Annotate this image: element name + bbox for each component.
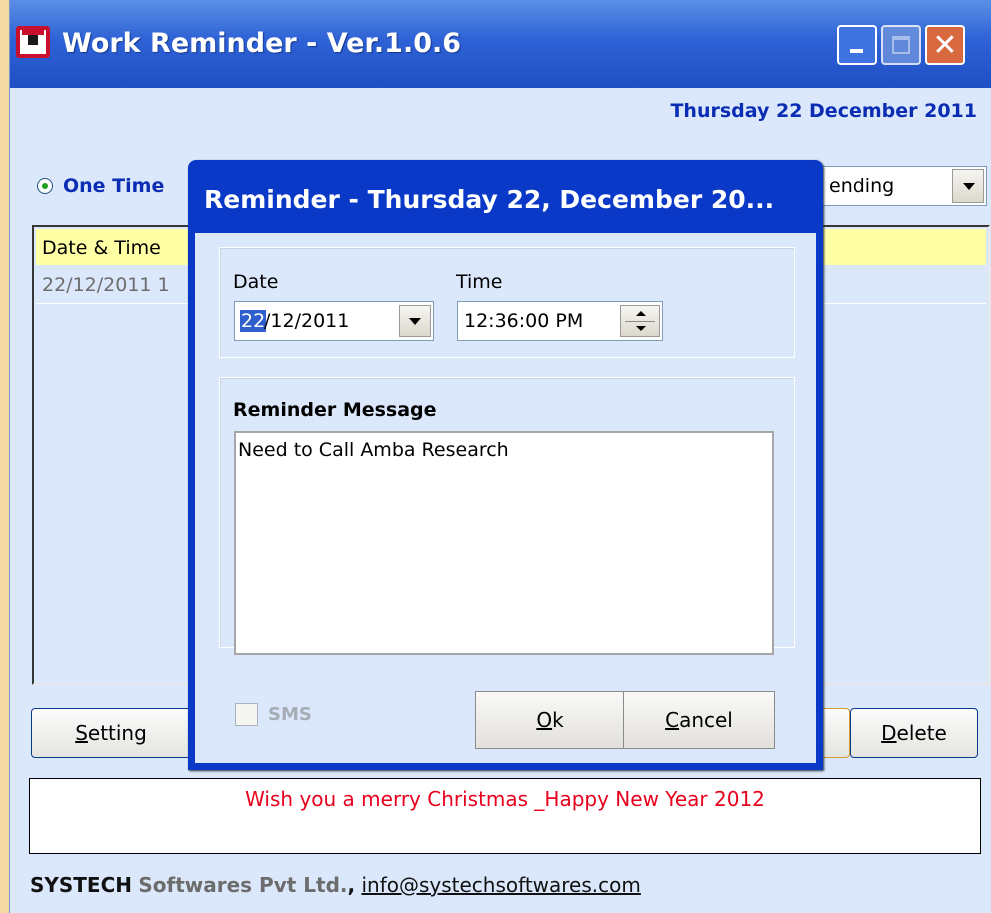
partially-hidden-button[interactable] xyxy=(820,708,850,758)
chevron-down-icon[interactable] xyxy=(952,169,984,203)
greeting-box: Wish you a merry Christmas _Happy New Ye… xyxy=(29,778,981,854)
email-link[interactable]: info@systechsoftwares.com xyxy=(361,873,640,897)
company-suffix: Softwares Pvt Ltd. xyxy=(138,873,348,897)
delete-label: elete xyxy=(896,721,947,745)
reminder-message-label: Reminder Message xyxy=(233,399,437,421)
date-rest: /12/2011 xyxy=(264,310,350,332)
ok-mnemonic: O xyxy=(536,708,553,732)
delete-mnemonic: D xyxy=(881,721,897,745)
maximize-icon xyxy=(892,36,910,54)
spin-down-icon[interactable] xyxy=(636,326,646,331)
greeting-text: Wish you a merry Christmas _Happy New Ye… xyxy=(245,787,765,811)
close-button[interactable]: ✕ xyxy=(925,25,965,65)
dialog-body: Date Time 22 /12/2011 12:36:00 PM Remind… xyxy=(195,233,816,763)
checkbox-icon[interactable] xyxy=(235,703,258,726)
footer-comma: , xyxy=(347,873,356,897)
time-spinner[interactable] xyxy=(620,305,660,337)
one-time-radio[interactable]: One Time xyxy=(37,175,164,197)
setting-label: etting xyxy=(87,721,147,745)
maximize-button[interactable] xyxy=(881,25,921,65)
list-item[interactable]: 22/12/2011 1 xyxy=(42,274,170,296)
setting-button[interactable]: Setting xyxy=(31,708,191,758)
radio-selected-icon[interactable] xyxy=(37,178,53,194)
app-icon xyxy=(16,26,50,58)
cancel-mnemonic: C xyxy=(665,708,680,732)
column-header-date-time[interactable]: Date & Time xyxy=(42,237,161,259)
status-filter-select[interactable]: ending xyxy=(822,166,987,206)
ok-button[interactable]: Ok xyxy=(475,691,625,749)
footer: SYSTECH Softwares Pvt Ltd., info@systech… xyxy=(30,873,641,897)
ok-label: k xyxy=(552,708,564,732)
time-value: 12:36:00 PM xyxy=(464,310,584,332)
spin-up-icon[interactable] xyxy=(636,311,646,316)
title-bar[interactable]: Work Reminder - Ver.1.0.6 ✕ xyxy=(10,0,991,88)
reminder-message-input[interactable]: Need to Call Amba Research xyxy=(234,431,774,655)
one-time-label: One Time xyxy=(63,175,165,197)
chevron-down-icon[interactable] xyxy=(399,305,431,337)
window-title: Work Reminder - Ver.1.0.6 xyxy=(62,28,462,59)
setting-mnemonic: S xyxy=(75,721,88,745)
time-picker[interactable]: 12:36:00 PM xyxy=(457,301,663,341)
company-name: SYSTECH xyxy=(30,873,133,897)
cancel-button[interactable]: Cancel xyxy=(623,691,775,749)
reminder-dialog: Reminder - Thursday 22, December 20... D… xyxy=(188,160,823,770)
date-selected-part: 22 xyxy=(240,310,267,332)
date-picker[interactable]: 22 /12/2011 xyxy=(234,301,434,341)
delete-button[interactable]: Delete xyxy=(850,708,978,758)
dialog-title[interactable]: Reminder - Thursday 22, December 20... xyxy=(204,185,774,214)
minimize-button[interactable] xyxy=(837,25,877,65)
status-filter-value: ending xyxy=(829,175,895,197)
date-label: Date xyxy=(233,271,279,293)
sms-label: SMS xyxy=(268,704,312,725)
spin-divider xyxy=(625,321,655,322)
close-icon: ✕ xyxy=(932,27,958,63)
sms-checkbox[interactable]: SMS xyxy=(235,703,312,726)
cancel-label: ancel xyxy=(679,708,733,732)
time-label: Time xyxy=(456,271,503,293)
minimize-icon xyxy=(850,49,863,53)
current-date: Thursday 22 December 2011 xyxy=(670,100,977,122)
